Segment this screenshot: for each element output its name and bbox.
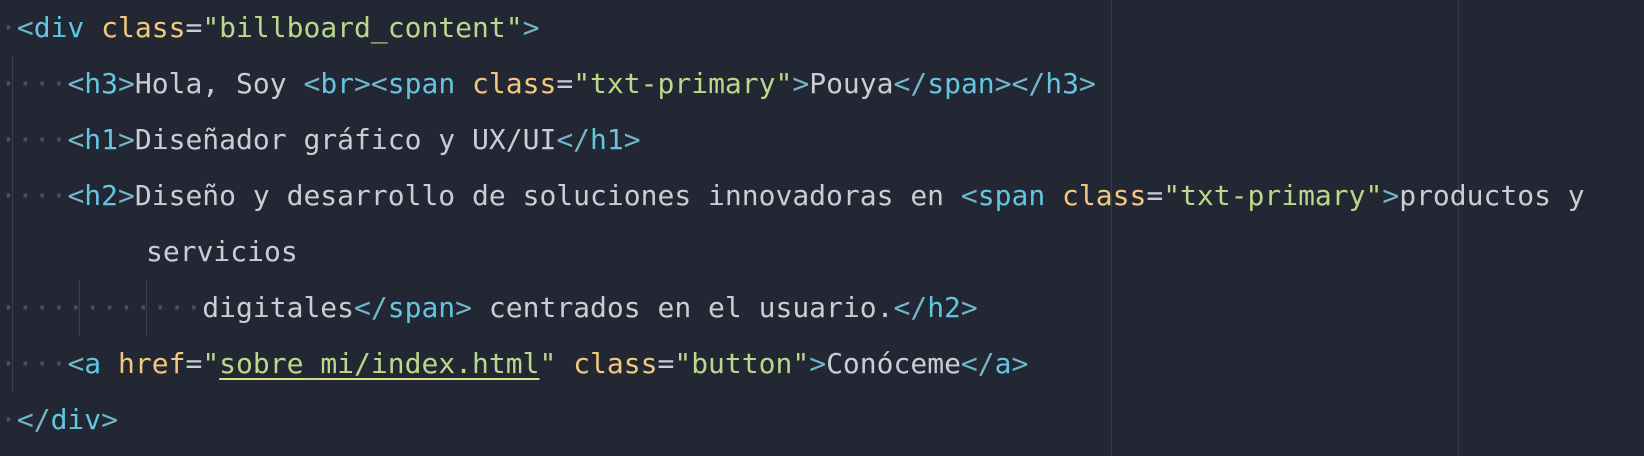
vertical-ruler	[1458, 0, 1459, 456]
angle-bracket: >	[522, 11, 540, 44]
tag-name: h2	[927, 291, 961, 324]
attribute-name: class	[101, 11, 186, 44]
attribute-value: "button"	[674, 347, 810, 380]
angle-bracket: >	[118, 123, 135, 156]
code-editor[interactable]: ·<div class="billboard_content"> ····<h3…	[0, 0, 1644, 456]
text-content: servicios	[146, 235, 298, 268]
text-content: productos y	[1399, 179, 1585, 212]
closing-bracket: </	[354, 291, 388, 324]
angle-bracket: >	[1382, 179, 1400, 212]
tag-name: span	[387, 291, 456, 324]
angle-bracket: <	[67, 347, 85, 380]
tag-name: h3	[84, 67, 119, 100]
whitespace-marker: ·	[0, 11, 17, 44]
attribute-name: class	[573, 347, 658, 380]
closing-bracket: </	[893, 291, 928, 324]
text-content: digitales	[202, 291, 355, 324]
angle-bracket: >	[792, 67, 810, 100]
code-line[interactable]: ·<div class="billboard_content">	[0, 0, 539, 56]
tag-name: h1	[84, 123, 119, 156]
angle-bracket: >	[809, 347, 827, 380]
href-link[interactable]: sobre_mi/index.html	[219, 347, 539, 380]
tag-name: div	[50, 403, 102, 436]
closing-bracket: </	[893, 67, 928, 100]
text-content: Hola, Soy	[134, 67, 304, 100]
whitespace-marker: ············	[0, 291, 203, 324]
code-line-wrapped[interactable]: servicios	[146, 224, 298, 280]
quote: "	[202, 347, 220, 380]
angle-bracket: >	[101, 403, 119, 436]
whitespace-marker: ····	[0, 347, 68, 380]
attribute-value: "txt-primary"	[1163, 179, 1383, 212]
equals-sign: =	[185, 11, 203, 44]
closing-bracket: </	[16, 403, 51, 436]
angle-bracket: >	[994, 67, 1012, 100]
tag-name: h3	[1045, 67, 1079, 100]
angle-bracket: >	[354, 67, 371, 100]
tag-name: a	[84, 347, 102, 380]
angle-bracket: >	[960, 291, 978, 324]
equals-sign: =	[657, 347, 675, 380]
text-content: centrados en el usuario.	[472, 291, 894, 324]
whitespace-marker: ····	[0, 123, 68, 156]
code-line[interactable]: ····<h1>Diseñador gráfico y UX/UI</h1>	[0, 112, 641, 168]
vertical-ruler	[1111, 0, 1112, 456]
text-content: Diseño y desarrollo de soluciones innova…	[134, 179, 961, 212]
equals-sign: =	[185, 347, 203, 380]
angle-bracket: <	[370, 67, 388, 100]
angle-bracket: >	[455, 291, 473, 324]
equals-sign: =	[1146, 179, 1164, 212]
code-line[interactable]: ····<a href="sobre_mi/index.html" class=…	[0, 336, 1028, 392]
whitespace-marker: ·	[0, 403, 17, 436]
attribute-name: class	[472, 67, 557, 100]
closing-bracket: </	[556, 123, 591, 156]
quote: "	[539, 347, 557, 380]
angle-bracket: <	[960, 179, 978, 212]
code-line[interactable]: ·</div>	[0, 392, 118, 448]
angle-bracket: >	[623, 123, 641, 156]
angle-bracket: >	[118, 67, 135, 100]
equals-sign: =	[556, 67, 574, 100]
angle-bracket: <	[67, 179, 85, 212]
tag-name: h2	[84, 179, 119, 212]
angle-bracket: >	[1078, 67, 1096, 100]
tag-name: h1	[590, 123, 624, 156]
tag-name: span	[387, 67, 456, 100]
closing-bracket: </	[1011, 67, 1046, 100]
code-line[interactable]: ····<h3>Hola, Soy <br><span class="txt-p…	[0, 56, 1096, 112]
tag-name: div	[33, 11, 85, 44]
attribute-name: class	[1062, 179, 1147, 212]
whitespace-marker: ····	[0, 67, 68, 100]
whitespace-marker: ····	[0, 179, 68, 212]
attribute-value: "txt-primary"	[573, 67, 793, 100]
angle-bracket: <	[16, 11, 34, 44]
attribute-name: href	[118, 347, 186, 380]
angle-bracket: <	[303, 67, 321, 100]
angle-bracket: <	[67, 67, 85, 100]
text-content: Conóceme	[826, 347, 961, 380]
text-content: Pouya	[809, 67, 894, 100]
tag-name: br	[320, 67, 355, 100]
tag-name: span	[977, 179, 1046, 212]
tag-name: span	[927, 67, 995, 100]
closing-bracket: </	[960, 347, 995, 380]
angle-bracket: >	[118, 179, 135, 212]
tag-name: a	[994, 347, 1012, 380]
code-line[interactable]: ············digitales</span> centrados e…	[0, 280, 978, 336]
attribute-value: "billboard_content"	[202, 11, 523, 44]
angle-bracket: <	[67, 123, 85, 156]
angle-bracket: >	[1011, 347, 1029, 380]
text-content: Diseñador gráfico y UX/UI	[134, 123, 557, 156]
code-line[interactable]: ····<h2>Diseño y desarrollo de solucione…	[0, 168, 1585, 224]
